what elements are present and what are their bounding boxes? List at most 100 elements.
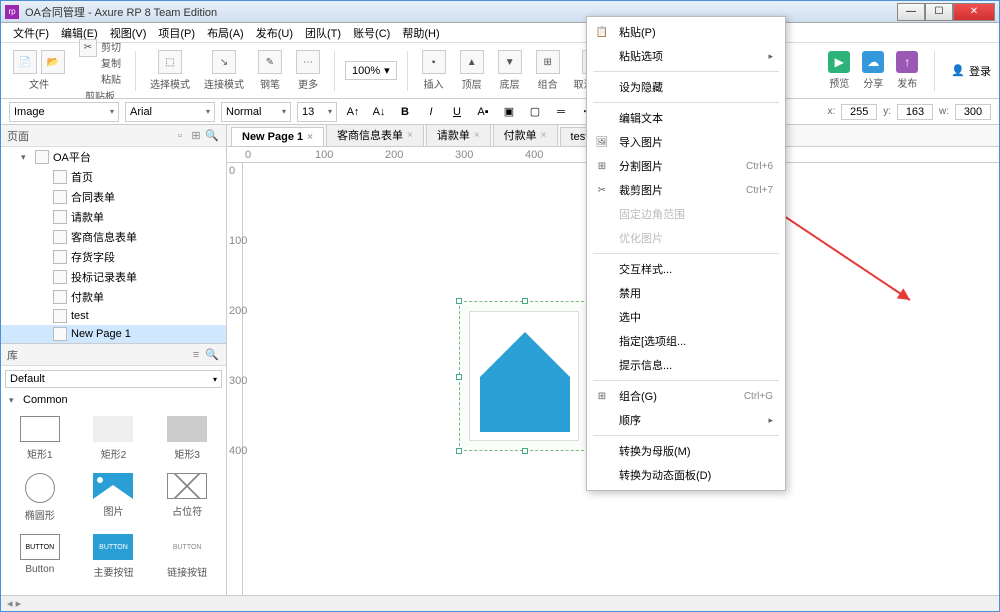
menubar: 文件(F) 编辑(E) 视图(V) 项目(P) 布局(A) 发布(U) 团队(T… [1,23,999,43]
cut-icon[interactable]: ✂ [79,39,97,57]
titlebar: rp OA合同管理 - Axure RP 8 Team Edition — ☐ … [1,1,999,23]
library-select[interactable]: Default▾ [5,370,222,388]
resize-handle-n[interactable] [522,298,528,304]
bold-button[interactable]: B [395,102,415,122]
widget-type-combo[interactable]: Image▾ [9,102,119,122]
menu-publish[interactable]: 发布(U) [250,23,299,43]
ctx-edit-text[interactable]: 编辑文本 [587,106,785,130]
lib-section[interactable]: ▾Common [1,392,226,408]
group-icon[interactable]: ⊞ [536,50,560,74]
ctx-selection-group[interactable]: 指定[选项组... [587,329,785,353]
login-button[interactable]: 👤登录 [951,63,991,79]
ctx-group[interactable]: ⊞组合(G)Ctrl+G [587,384,785,408]
pen-icon[interactable]: ✎ [258,50,282,74]
tree-item[interactable]: 请款单 [1,207,226,227]
font-decrease-icon[interactable]: A↓ [369,102,389,122]
bring-front-icon[interactable]: ▲ [460,50,484,74]
ctx-crop-image[interactable]: ✂裁剪图片Ctrl+7 [587,178,785,202]
text-color-icon[interactable]: A▪ [473,102,493,122]
y-input[interactable]: 163 [897,104,933,120]
minimize-button[interactable]: — [897,3,925,21]
menu-file[interactable]: 文件(F) [7,23,55,43]
tab-active[interactable]: New Page 1× [231,127,324,146]
lib-menu-icon[interactable]: ≡ [188,347,204,363]
resize-handle-nw[interactable] [456,298,462,304]
zoom-combo[interactable]: 100%▾ [345,61,397,80]
ctx-disable[interactable]: 禁用 [587,281,785,305]
insert-icon[interactable]: ▪ [422,50,446,74]
lib-rect3[interactable]: 矩形3 [152,412,222,465]
ctx-paste[interactable]: 📋粘贴(P) [587,20,785,44]
ctx-set-hidden[interactable]: 设为隐藏 [587,75,785,99]
tab[interactable]: 客商信息表单× [326,125,424,146]
add-folder-icon[interactable]: ⊞ [188,128,204,144]
lib-rect2[interactable]: 矩形2 [79,412,149,465]
resize-handle-sw[interactable] [456,448,462,454]
border-width-icon[interactable]: ═ [551,102,571,122]
ctx-to-dynamic-panel[interactable]: 转换为动态面板(D) [587,463,785,487]
menu-layout[interactable]: 布局(A) [201,23,250,43]
lib-placeholder[interactable]: 占位符 [152,469,222,526]
ctx-order[interactable]: 顺序▸ [587,408,785,432]
tree-item[interactable]: 存货字段 [1,247,226,267]
x-input[interactable]: 255 [841,104,877,120]
font-family-combo[interactable]: Arial▾ [125,102,215,122]
font-increase-icon[interactable]: A↑ [343,102,363,122]
new-file-icon[interactable]: 📄 [13,50,37,74]
border-color-icon[interactable]: ▢ [525,102,545,122]
menu-help[interactable]: 帮助(H) [396,23,445,43]
vertical-ruler: 0 100 200 300 400 [227,163,243,595]
tree-item-selected[interactable]: New Page 1 [1,325,226,343]
ctx-split-image[interactable]: ⊞分割图片Ctrl+6 [587,154,785,178]
image-widget[interactable] [469,311,579,441]
fill-color-icon[interactable]: ▣ [499,102,519,122]
font-weight-combo[interactable]: Normal▾ [221,102,291,122]
open-file-icon[interactable]: 📂 [41,50,65,74]
tree-item[interactable]: 合同表单 [1,187,226,207]
maximize-button[interactable]: ☐ [925,3,953,21]
search-icon[interactable]: 🔍 [204,128,220,144]
lib-ellipse[interactable]: 椭圆形 [5,469,75,526]
underline-button[interactable]: U [447,102,467,122]
lib-image[interactable]: 图片 [79,469,149,526]
ctx-selected[interactable]: 选中 [587,305,785,329]
close-button[interactable]: ✕ [953,3,995,21]
lib-button[interactable]: BUTTONButton [5,530,75,583]
tab[interactable]: 请款单× [426,125,491,146]
ctx-import-image[interactable]: 🖼导入图片 [587,130,785,154]
select-mode-icon[interactable]: ⬚ [158,50,182,74]
ctx-tooltip[interactable]: 提示信息... [587,353,785,377]
menu-account[interactable]: 账号(C) [347,23,396,43]
tree-item[interactable]: 投标记录表单 [1,267,226,287]
lib-rect1[interactable]: 矩形1 [5,412,75,465]
lib-search-icon[interactable]: 🔍 [204,347,220,363]
italic-button[interactable]: I [421,102,441,122]
tree-item[interactable]: test [1,307,226,325]
tree-item[interactable]: 首页 [1,167,226,187]
menu-team[interactable]: 团队(T) [299,23,347,43]
lib-primary-button[interactable]: BUTTON主要按钮 [79,530,149,583]
ctx-interaction-styles[interactable]: 交互样式... [587,257,785,281]
w-input[interactable]: 300 [955,104,991,120]
add-page-icon[interactable]: ▫ [172,128,188,144]
import-image-icon: 🖼 [595,135,609,149]
tree-item[interactable]: 付款单 [1,287,226,307]
resize-handle-w[interactable] [456,374,462,380]
ctx-to-master[interactable]: 转换为母版(M) [587,439,785,463]
lib-link-button[interactable]: BUTTON链接按钮 [152,530,222,583]
tab[interactable]: 付款单× [493,125,558,146]
tree-root[interactable]: ▾OA平台 [1,147,226,167]
resize-handle-s[interactable] [522,448,528,454]
tree-item[interactable]: 客商信息表单 [1,227,226,247]
share-icon[interactable]: ☁ [862,51,884,73]
tab-close-icon[interactable]: × [307,132,313,143]
more-icon[interactable]: ⋯ [296,50,320,74]
send-back-icon[interactable]: ▼ [498,50,522,74]
publish-icon[interactable]: ↑ [896,51,918,73]
ctx-paste-options[interactable]: 粘贴选项▸ [587,44,785,68]
connect-mode-icon[interactable]: ↘ [212,50,236,74]
menu-project[interactable]: 项目(P) [152,23,201,43]
preview-icon[interactable]: ▶ [828,51,850,73]
group-icon: ⊞ [595,389,609,403]
font-size-combo[interactable]: 13▾ [297,102,337,122]
